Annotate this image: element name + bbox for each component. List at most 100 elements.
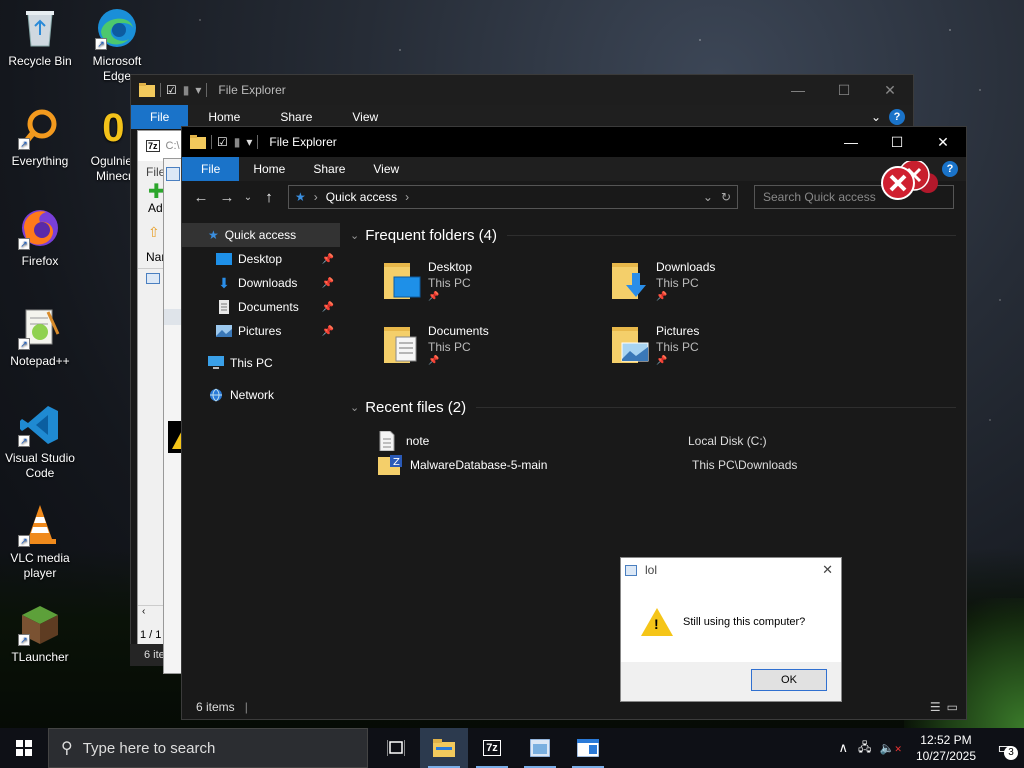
large-icons-view-icon[interactable]: ▭ xyxy=(947,700,958,714)
desktop-icon-recycle-bin[interactable]: Recycle Bin xyxy=(0,6,80,69)
desktop-icon-vlc[interactable]: ↗ VLC media player xyxy=(0,503,80,581)
sidebar-item-this-pc[interactable]: This PC xyxy=(182,351,340,375)
desktop-icon-edge[interactable]: ↗ Microsoft Edge xyxy=(77,6,157,84)
recent-files-header[interactable]: ⌄ Recent files (2) xyxy=(340,393,966,421)
taskbar-search[interactable]: ⚲ Type here to search xyxy=(48,728,368,768)
check-icon: ☑ xyxy=(217,135,228,149)
clock[interactable]: 12:52 PM 10/27/2025 xyxy=(916,732,976,764)
desktop-icon-vscode[interactable]: ↗ Visual Studio Code xyxy=(0,403,80,481)
frequent-folder-desktop[interactable]: Desktop This PC 📌 xyxy=(382,259,472,302)
sidebar-item-desktop[interactable]: Desktop 📌 xyxy=(182,247,340,271)
front-explorer-window[interactable]: ☑ ▮ ▾ File Explorer — ☐ ✕ File Home Shar… xyxy=(181,126,967,720)
folder-location: This PC xyxy=(656,276,699,290)
sidebar-item-documents[interactable]: Documents 📌 xyxy=(182,295,340,319)
network-tray-icon[interactable]: 🖧 xyxy=(858,738,871,759)
front-ribbon: File Home Share View ? xyxy=(182,157,966,181)
shortcut-arrow-icon: ↗ xyxy=(18,138,30,150)
details-view-icon[interactable]: ☰ xyxy=(930,700,941,714)
folder-name: Documents xyxy=(428,324,489,338)
quick-access-star-icon: ★ xyxy=(295,190,306,204)
start-button[interactable] xyxy=(0,728,48,768)
error-icons-cluster[interactable] xyxy=(878,159,948,211)
minimize-button[interactable]: — xyxy=(828,127,874,157)
tab-file[interactable]: File xyxy=(131,105,189,129)
ok-button[interactable]: OK xyxy=(751,669,827,691)
back-arrow-icon[interactable]: ← xyxy=(188,189,214,206)
taskbar-file-explorer[interactable] xyxy=(420,728,468,768)
recent-file-malwaredatabase[interactable]: Z MalwareDatabase-5-main This PC\Downloa… xyxy=(378,453,956,477)
taskbar-app-window[interactable] xyxy=(516,728,564,768)
dialog-body: ! Still using this computer? xyxy=(621,582,841,662)
tab-home[interactable]: Home xyxy=(239,157,299,181)
sidebar-item-network[interactable]: Network xyxy=(182,383,340,407)
notifications-button[interactable]: ▭ 3 xyxy=(986,728,1024,768)
recent-file-note[interactable]: note Local Disk (C:) xyxy=(378,429,956,453)
tab-file[interactable]: File xyxy=(182,157,240,181)
desktop-icon-notepadpp[interactable]: ↗ Notepad++ xyxy=(0,306,80,369)
front-titlebar[interactable]: ☑ ▮ ▾ File Explorer — ☐ ✕ xyxy=(182,127,966,157)
help-icon[interactable]: ? xyxy=(889,109,905,125)
breadcrumb-separator[interactable]: › xyxy=(405,190,409,204)
taskbar-7zip[interactable]: 7z xyxy=(468,728,516,768)
back-titlebar[interactable]: ☑ ▮ ▾ File Explorer — ☐ ✕ xyxy=(131,75,913,105)
frequent-folder-downloads[interactable]: Downloads This PC 📌 xyxy=(610,259,715,302)
frequent-folders-header[interactable]: ⌄ Frequent folders (4) xyxy=(340,221,966,249)
chevron-down-icon[interactable]: ⌄ xyxy=(871,110,881,124)
dialog-titlebar[interactable]: lol ✕ xyxy=(621,558,841,582)
notepadpp-icon: ↗ xyxy=(18,306,62,350)
qat-dropdown-icon[interactable]: ▾ xyxy=(246,135,252,149)
pictures-icon xyxy=(216,325,232,337)
forward-arrow-icon[interactable]: → xyxy=(214,189,240,206)
tab-view[interactable]: View xyxy=(359,157,413,181)
maximize-button[interactable]: ☐ xyxy=(874,127,920,157)
up-arrow-icon[interactable]: ↑ xyxy=(256,189,282,206)
recent-locations-icon[interactable]: ⌄ xyxy=(240,192,256,203)
address-dropdown-icon[interactable]: ⌄ xyxy=(703,190,713,204)
breadcrumb-quick-access[interactable]: Quick access xyxy=(326,190,397,204)
taskbar-dialog-app[interactable] xyxy=(564,728,612,768)
status-divider: | xyxy=(244,700,248,714)
desktop-icon-firefox[interactable]: ↗ Firefox xyxy=(0,206,80,269)
text-file-icon xyxy=(379,431,395,451)
maximize-button[interactable]: ☐ xyxy=(821,75,867,105)
group-title: Frequent folders (4) xyxy=(365,226,497,244)
desktop-icon-label: Everything xyxy=(11,154,69,168)
desktop-icon-tlauncher[interactable]: ↗ TLauncher xyxy=(0,602,80,665)
folder-location: This PC xyxy=(428,340,471,354)
sidebar-item-quick-access[interactable]: ★ Quick access xyxy=(182,223,340,247)
tab-share[interactable]: Share xyxy=(299,157,359,181)
recent-file-location: This PC\Downloads xyxy=(692,458,798,472)
desktop-icon-everything[interactable]: ↗ Everything xyxy=(0,106,80,169)
show-hidden-icons-icon[interactable]: ∧ xyxy=(839,740,849,756)
sidebar-item-pictures[interactable]: Pictures 📌 xyxy=(182,319,340,343)
sidebar-item-label: Desktop xyxy=(238,252,283,266)
lol-dialog[interactable]: lol ✕ ! Still using this computer? OK xyxy=(620,557,842,702)
sidebar-item-label: Downloads xyxy=(238,276,298,290)
sidebar-item-label: Network xyxy=(230,388,275,402)
close-button[interactable]: ✕ xyxy=(867,75,913,105)
pictures-folder-icon xyxy=(610,323,650,365)
dialog-app-icon xyxy=(577,739,599,757)
close-button[interactable]: ✕ xyxy=(920,127,966,157)
frequent-folder-documents[interactable]: Documents This PC 📌 xyxy=(382,323,489,366)
address-toolbar: ← → ⌄ ↑ ★ › Quick access › ⌄ ↻ Search Qu… xyxy=(182,181,966,213)
qat-dropdown-icon[interactable]: ▾ xyxy=(195,83,201,97)
frequent-folder-pictures[interactable]: Pictures This PC 📌 xyxy=(610,323,699,366)
chevron-down-icon: ⌄ xyxy=(350,401,360,414)
volume-muted-icon[interactable]: 🔈✕ xyxy=(879,741,902,755)
folder-location: This PC xyxy=(428,276,471,290)
minimize-button[interactable]: — xyxy=(775,75,821,105)
refresh-icon[interactable]: ↻ xyxy=(721,190,731,204)
close-button[interactable]: ✕ xyxy=(822,562,833,578)
chevron-down-icon: ⌄ xyxy=(350,229,360,242)
pin-icon: 📌 xyxy=(321,325,334,337)
task-view-button[interactable] xyxy=(372,728,420,768)
desktop-icon-minecraft[interactable]: 0 Ogulnie Minecr xyxy=(77,106,132,184)
shortcut-arrow-icon: ↗ xyxy=(18,535,30,547)
recent-file-name: MalwareDatabase-5-main xyxy=(410,458,548,472)
sidebar-item-downloads[interactable]: ⬇ Downloads 📌 xyxy=(182,271,340,295)
shortcut-arrow-icon: ↗ xyxy=(18,338,30,350)
address-bar[interactable]: ★ › Quick access › ⌄ ↻ xyxy=(288,185,738,209)
shortcut-arrow-icon: ↗ xyxy=(18,238,30,250)
hidden-window-edge[interactable] xyxy=(163,158,183,674)
